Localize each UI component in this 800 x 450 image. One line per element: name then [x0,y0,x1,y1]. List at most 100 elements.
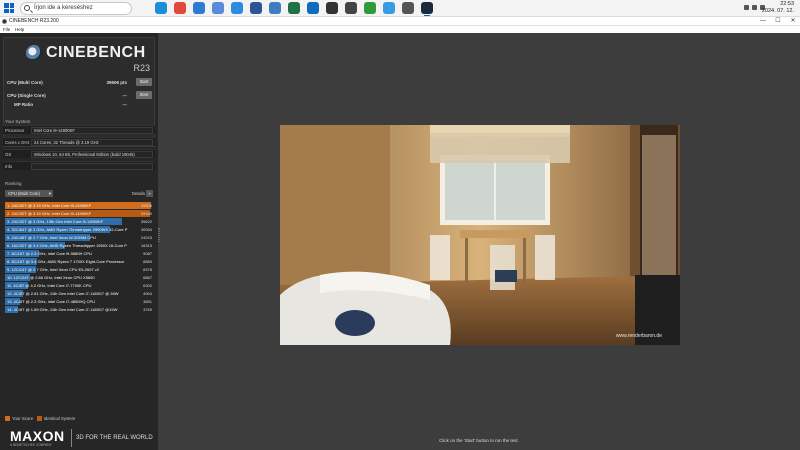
ranking-row[interactable]: 6. 16C/32T @ 3.4 GHz, AMD Ryzen Threadri… [5,242,153,249]
render-watermark: www.renderbaron.de [615,333,662,339]
ranking-score: 35622 [140,219,152,224]
left-panel: CINEBENCH R23 CPU (Multi Core) 39506 pts… [0,33,158,450]
system-row: Cores x GHz 24 Cores, 32 Threads @ 3.19 G… [3,137,155,146]
search-placeholder: Írjon ide a kereséshez [34,5,93,11]
single-core-start-button[interactable]: Start [136,91,152,99]
clock[interactable]: 22:53 2024. 07. 12. [762,1,794,15]
volume-icon[interactable] [752,5,757,10]
taskbar-chrome-icon[interactable] [174,2,186,14]
ranking-row[interactable]: 10. 12C/24T @ 2.66 GHz, Intel Xeon CPU X… [5,274,153,281]
multi-core-label: CPU (Multi Core) [7,80,43,85]
menu-file[interactable]: File [3,26,10,33]
maxon-logo: MAXON [10,428,65,444]
render-image: www.renderbaron.de [280,125,680,345]
maximize-button[interactable]: ☐ [771,17,785,26]
taskbar-app-10-icon[interactable] [326,2,338,14]
brand-name: CINEBENCH [46,44,146,61]
ranking-score: 8889 [143,259,152,264]
ranking-score: 6302 [143,283,152,288]
your-system-title: Your System [5,119,31,124]
status-message: Click on the 'Start' button to run the t… [439,438,519,443]
ranking-score: 3769 [143,307,152,312]
footer-divider [71,429,72,447]
ranking-row[interactable]: 7. 8C/16T @ 2.3 GHz, Intel Core i9-9880H… [5,250,153,257]
system-row-value: 24 Cores, 32 Threads @ 3.19 GHz [31,139,153,146]
maxon-tagline: 3D FOR THE REAL WORLD [76,435,153,441]
ranking-row[interactable]: 11. 4C/8T @ 4.2 GHz, Intel Core i7-7700K… [5,282,153,289]
ranking-label: 11. 4C/8T @ 4.2 GHz, Intel Core i7-7700K… [7,283,92,288]
taskbar-app-13-icon[interactable] [383,2,395,14]
cinebench-logo-icon [26,45,42,61]
ranking-title: Ranking [5,181,22,186]
system-row-value[interactable] [31,163,153,170]
taskbar-excel-icon[interactable] [288,2,300,14]
search-icon [24,5,30,11]
window-title: CINEBENCH R23.200 [9,18,59,24]
taskbar-app-3-icon[interactable] [193,2,205,14]
ranking-score: 6867 [143,275,152,280]
ranking-label: 12. 4C/8T @ 2.81 GHz, 11th Gen Intel Cor… [7,291,119,296]
ranking-score: 30054 [140,227,152,232]
ranking-row[interactable]: 12. 4C/8T @ 2.81 GHz, 11th Gen Intel Cor… [5,290,153,297]
ranking-label: 13. 4C/8T @ 2.3 GHz, Intel Core i7-4850H… [7,299,96,304]
network-icon[interactable] [744,5,749,10]
menu-bar: File Help [0,26,800,33]
ranking-score: 8378 [143,267,152,272]
taskbar-edge-icon[interactable] [155,2,167,14]
cinebench-app-icon [2,19,7,24]
system-row: Processor Intel Core i9-14900KF [3,125,155,134]
taskbar-app-14-icon[interactable] [402,2,414,14]
menu-help[interactable]: Help [15,26,24,33]
taskbar-cinebench-icon[interactable] [421,2,433,16]
taskbar-app-11-icon[interactable] [345,2,357,14]
ranking-row[interactable]: 13. 4C/8T @ 2.3 GHz, Intel Core i7-4850H… [5,298,153,305]
clock-time: 22:53 [780,1,794,7]
system-row-key: Info [5,164,13,169]
ranking-label: 10. 12C/24T @ 2.66 GHz, Intel Xeon CPU X… [7,275,95,280]
taskbar-app-7-icon[interactable] [269,2,281,14]
panel-resize-handle[interactable] [158,228,160,242]
taskbar-app-5-icon[interactable] [231,2,243,14]
system-row-key: OS [5,152,12,157]
windows-start-icon[interactable] [4,3,14,13]
close-button[interactable]: ✕ [786,17,800,26]
search-input[interactable]: Írjon ide a kereséshez [20,2,132,15]
clock-date: 2024. 07. 12. [761,8,794,14]
your-score-swatch [5,416,10,422]
ranking-score: 24243 [140,235,152,240]
details-button[interactable]: » [146,190,153,197]
ranking-row[interactable]: 14. 4C/8T @ 1.69 GHz, 11th Gen Intel Cor… [5,306,153,313]
system-row: OS Windows 10, 64 Bit, Professional Editi… [3,149,155,158]
ranking-type-select[interactable]: CPU (Multi Core) [5,190,53,197]
multi-core-start-button[interactable]: Start [136,78,152,86]
ranking-label: 8. 8C/16T @ 3.4 GHz, AMD Ryzen 7 1700X E… [7,259,125,264]
ranking-row[interactable]: 4. 32C/64T @ 3 GHz, AMD Ryzen Threadripp… [5,226,153,233]
brand-version: R23 [133,63,150,73]
ranking-row[interactable]: 9. 12C/24T @ 2.7 GHz, Intel Xeon CPU E5-… [5,266,153,273]
taskbar-outlook-icon[interactable] [307,2,319,14]
minimize-button[interactable]: — [756,17,770,26]
taskbar-app-4-icon[interactable] [212,2,224,14]
render-area: www.renderbaron.de Click on the 'Start' … [158,33,800,450]
system-row-value: Intel Core i9-14900KF [31,127,153,134]
mp-ratio-label: MP Ratio [14,102,34,107]
ranking-score: 9087 [143,251,152,256]
ranking-row[interactable]: 1. 24C/32T @ 3.19 GHz, Intel Core i9-149… [5,202,153,209]
ranking-legend: Your Score Identical System [5,416,75,422]
taskbar-word-icon[interactable] [250,2,262,14]
ranking-score: 16315 [140,243,152,248]
taskbar-app-12-icon[interactable] [364,2,376,14]
ranking-row[interactable]: 2. 24C/32T @ 3.19 GHz, Intel Core i9-149… [5,210,153,217]
ranking-label: 9. 12C/24T @ 2.7 GHz, Intel Xeon CPU E5-… [7,267,100,272]
ranking-label: 4. 32C/64T @ 3 GHz, AMD Ryzen Threadripp… [7,227,128,232]
ranking-row[interactable]: 5. 24C/48T @ 2.7 GHz, Intel Xeon W-3265M… [5,234,153,241]
ranking-label: 2. 24C/32T @ 3.19 GHz, Intel Core i9-149… [7,211,92,216]
ranking-row[interactable]: 8. 8C/16T @ 3.4 GHz, AMD Ryzen 7 1700X E… [5,258,153,265]
ranking-score: 3891 [143,299,152,304]
mp-ratio-value: --- [122,102,128,107]
system-row-key: Cores x GHz [5,140,30,145]
multi-core-row: CPU (Multi Core) 39506 pts Start [6,78,154,87]
ranking-row[interactable]: 3. 24C/32T @ 3 GHz, 13th Gen Intel Core … [5,218,153,225]
system-row-key: Processor [5,128,25,133]
ranking-score: 39340 [140,211,152,216]
